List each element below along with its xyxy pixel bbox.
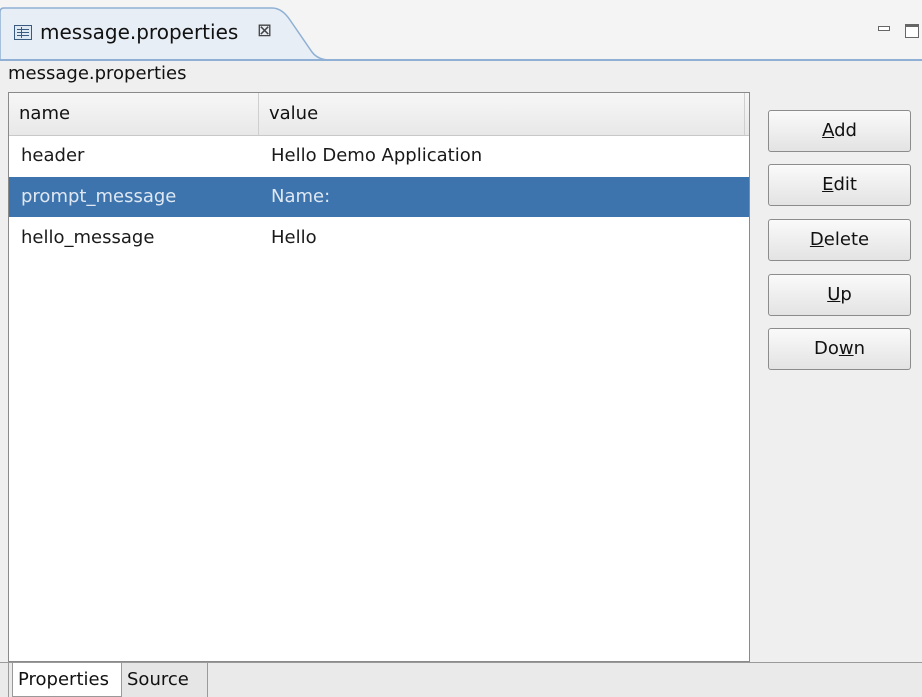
table-header: name value (9, 93, 749, 136)
close-tab-icon[interactable]: ⊠ (257, 21, 272, 41)
bottom-left-edge (8, 662, 9, 697)
edit-mnemonic: E (822, 174, 834, 195)
table-row[interactable]: hello_message Hello (9, 218, 749, 258)
edit-label-rest: dit (833, 174, 857, 195)
minimize-icon[interactable] (878, 26, 890, 31)
up-label-rest: p (840, 284, 852, 305)
editor-tab-strip: message.properties ⊠ (0, 0, 922, 61)
edit-button[interactable]: Edit (768, 164, 911, 206)
down-label-rest: n (853, 338, 866, 359)
properties-table[interactable]: name value header Hello Demo Application… (8, 92, 750, 662)
editor-page-tabs: Properties Source (0, 662, 922, 697)
column-header-name[interactable]: name (9, 93, 259, 135)
tab-source[interactable]: Source (122, 663, 208, 697)
column-header-value[interactable]: value (259, 93, 745, 135)
delete-button[interactable]: Delete (768, 219, 911, 261)
row-value-cell: Name: (271, 186, 331, 207)
down-mnemonic: w (838, 338, 854, 359)
row-name-cell: header (21, 145, 85, 166)
delete-label-rest: elete (823, 229, 870, 250)
tab-strip-border (0, 59, 922, 61)
maximize-icon[interactable] (905, 24, 919, 38)
add-button[interactable]: Add (768, 110, 911, 152)
row-name-cell: hello_message (21, 227, 155, 248)
row-value-cell: Hello Demo Application (271, 145, 483, 166)
table-row-selected[interactable]: prompt_message Name: (9, 177, 749, 217)
up-button[interactable]: Up (768, 274, 911, 316)
row-value-cell: Hello (271, 227, 317, 248)
properties-file-icon (14, 25, 32, 40)
down-button[interactable]: Down (768, 328, 911, 370)
table-row[interactable]: header Hello Demo Application (9, 136, 749, 176)
up-mnemonic: U (827, 284, 841, 305)
add-label-rest: dd (834, 120, 857, 141)
add-mnemonic: A (822, 120, 835, 141)
row-name-cell: prompt_message (21, 186, 177, 207)
file-name-label: message.properties (8, 63, 187, 84)
delete-mnemonic: D (809, 229, 824, 250)
down-label-pre: Do (813, 338, 839, 359)
editor-tab-title[interactable]: message.properties (40, 20, 238, 44)
tab-properties[interactable]: Properties (12, 663, 122, 697)
